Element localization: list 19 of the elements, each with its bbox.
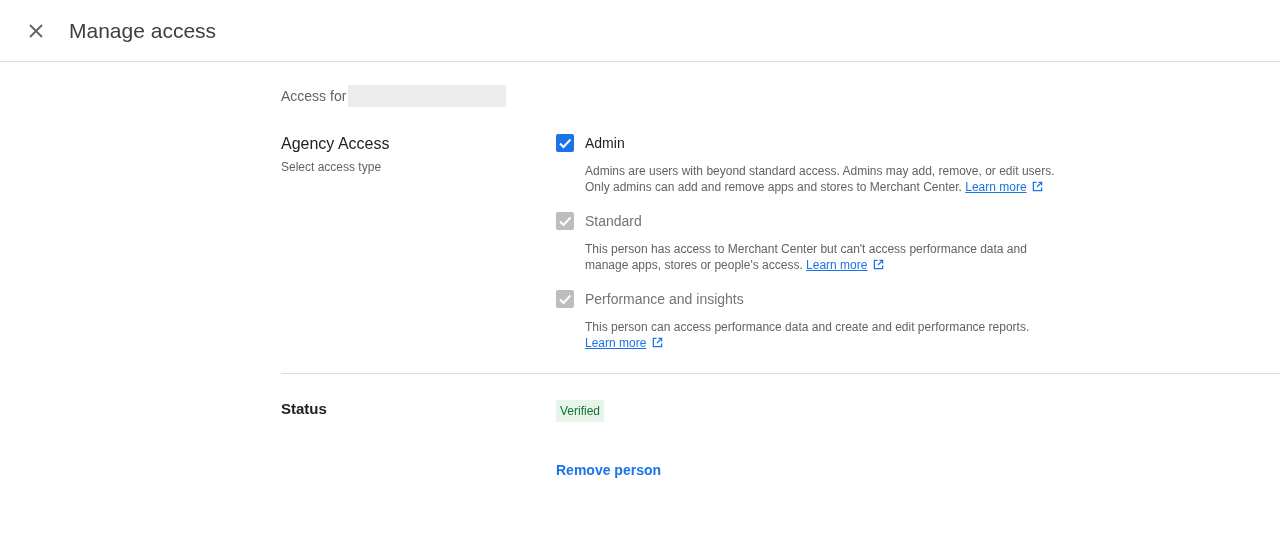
status-badge: Verified xyxy=(556,400,605,422)
learn-more-link[interactable]: Learn more xyxy=(965,180,1027,194)
section-subtitle: Select access type xyxy=(281,160,383,174)
page-title: Manage access xyxy=(69,18,217,43)
option-label: Admin xyxy=(585,135,625,151)
option-description: Admins are users with beyond standard access. Admins may add, remove, or edit users. Only admins can add and remove apps and stores to Merchant Center. Learn more xyxy=(585,163,1055,195)
option-label: Performance and insights xyxy=(585,291,744,307)
section-title: Agency Access xyxy=(281,135,391,153)
access-for-label: Access for xyxy=(281,88,347,104)
option-label: Standard xyxy=(585,213,642,229)
close-icon[interactable] xyxy=(29,23,43,38)
external-link-icon xyxy=(1031,181,1043,192)
remove-person-button[interactable]: Remove person xyxy=(556,462,662,478)
checkbox[interactable] xyxy=(556,134,574,152)
external-link-icon xyxy=(872,259,884,270)
status-label: Status xyxy=(281,400,328,417)
option-description: This person can access performance data and create and edit performance reports. Learn more xyxy=(585,319,1031,351)
option-description: This person has access to Merchant Center but can't access performance data and manage apps, stores or people's access. Learn more xyxy=(585,241,1028,273)
external-link-icon xyxy=(651,337,663,348)
